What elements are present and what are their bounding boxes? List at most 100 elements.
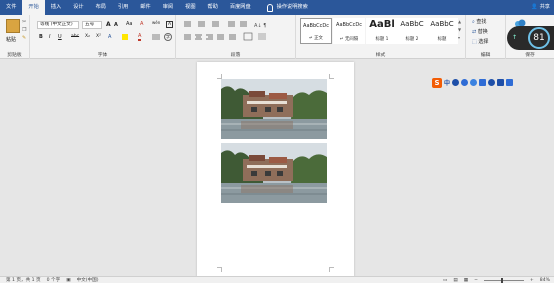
tab-6[interactable]: 邮件 xyxy=(134,0,156,15)
styles-scroll-up[interactable]: ▲ xyxy=(458,19,461,24)
style-no-spacing[interactable]: AaBbCcDc ↵ 无间隔 xyxy=(333,18,365,44)
change-case-button[interactable]: Aa xyxy=(126,21,132,27)
ime-skin-icon[interactable] xyxy=(497,79,505,86)
rocket-icon: ↑ xyxy=(512,34,518,41)
style-normal-preview: AaBbCcDc xyxy=(303,23,329,29)
tab-0[interactable]: 文件 xyxy=(0,0,22,15)
find-label: 查找 xyxy=(476,19,487,25)
char-shading-icon[interactable] xyxy=(152,34,160,40)
select-button[interactable]: ⬚ 选择 xyxy=(472,38,488,45)
zoom-slider-thumb[interactable] xyxy=(500,277,503,283)
bold-button[interactable]: B xyxy=(39,34,43,40)
tab-1[interactable]: 开始 xyxy=(22,0,45,15)
print-layout-icon[interactable]: ▤ xyxy=(453,278,457,283)
text-effects-icon[interactable]: A xyxy=(108,34,111,40)
margin-mark-tr xyxy=(329,74,334,79)
format-painter-icon[interactable]: ✎ xyxy=(22,35,26,41)
language-indicator[interactable]: 中文(中国) xyxy=(77,277,99,283)
style-title[interactable]: AaBbC 标题 xyxy=(426,18,458,44)
ime-emoji-icon[interactable] xyxy=(461,79,469,86)
share-label: 共享 xyxy=(539,4,550,10)
style-heading-1-name: 标题 1 xyxy=(375,37,389,42)
proofing-icon[interactable]: ▣ xyxy=(66,278,70,283)
font-name-select[interactable]: 等线 (中文正文) xyxy=(37,21,79,29)
ribbon: 粘贴 ✂ ❐ ✎ 剪贴板 等线 (中文正文) 五号 A A Aa A wén A… xyxy=(0,15,554,59)
editing-label: 编辑 xyxy=(480,53,491,58)
cut-icon[interactable]: ✂ xyxy=(22,19,26,25)
margin-mark-br xyxy=(329,267,334,272)
paste-button[interactable]: 粘贴 xyxy=(6,36,16,43)
style-heading-1[interactable]: AaBl 标题 1 xyxy=(366,18,398,44)
ime-mode-toggle[interactable]: 中 xyxy=(444,78,450,87)
superscript-button[interactable]: X² xyxy=(96,34,101,39)
status-bar: 第 1 页，共 1 页 0 个字 ▣ 中文(中国) ▭ ▤ ▦ − + 84% xyxy=(0,276,554,283)
strikethrough-button[interactable]: abc xyxy=(71,34,79,39)
find-button[interactable]: ⌕ 查找 xyxy=(472,18,486,25)
styles-label: 样式 xyxy=(375,53,386,58)
replace-button[interactable]: ⇄ 替换 xyxy=(472,28,488,35)
inserted-photo-2[interactable] xyxy=(221,143,327,203)
ime-toolbar[interactable]: S 中 xyxy=(432,77,514,88)
underline-button[interactable]: U xyxy=(58,34,62,40)
ime-logo-icon[interactable]: S xyxy=(432,77,442,88)
styles-scroll-down[interactable]: ▼ xyxy=(458,27,461,32)
copy-icon[interactable]: ❐ xyxy=(22,27,26,33)
ime-punct-icon[interactable] xyxy=(452,79,460,86)
style-heading-2[interactable]: AaBbC 标题 2 xyxy=(396,18,428,44)
paragraph-label: 段落 xyxy=(230,53,241,58)
tell-me-search[interactable]: 操作说明搜索 xyxy=(261,0,314,15)
performance-widget[interactable]: ↑ 81 xyxy=(507,26,554,50)
zoom-level[interactable]: 84% xyxy=(540,278,550,283)
tab-2[interactable]: 插入 xyxy=(45,0,67,15)
tab-5[interactable]: 引用 xyxy=(112,0,134,15)
font-color-button[interactable]: A xyxy=(138,34,142,41)
styles-more[interactable]: ▾ xyxy=(458,35,460,40)
paragraph-group: A↓ ¶ 段落 xyxy=(176,15,296,59)
word-count[interactable]: 0 个字 xyxy=(47,277,61,283)
highlight-icon[interactable] xyxy=(122,34,128,40)
subscript-button[interactable]: X₂ xyxy=(85,34,90,39)
grow-font-button[interactable]: A xyxy=(106,21,111,28)
italic-button[interactable]: I xyxy=(49,34,50,40)
web-layout-icon[interactable]: ▦ xyxy=(464,278,468,283)
editing-group: ⌕ 查找 ⇄ 替换 ⬚ 选择 编辑 xyxy=(466,15,506,59)
menu-bar: 文件 开始 插入 设计 布局 引用 邮件 审阅 视图 帮助 百度网盘 操作说明搜索 xyxy=(0,0,554,15)
select-label: 选择 xyxy=(478,39,489,45)
style-heading-2-preview: AaBbC xyxy=(400,20,424,28)
zoom-in-button[interactable]: + xyxy=(530,278,534,283)
clear-format-button[interactable]: A xyxy=(140,21,143,27)
tab-9[interactable]: 帮助 xyxy=(202,0,224,15)
paragraph-icons[interactable]: A↓ ¶ xyxy=(182,20,292,44)
paste-icon[interactable] xyxy=(6,19,20,33)
font-size-select[interactable]: 五号 xyxy=(82,21,102,29)
score-value: 81 xyxy=(528,27,550,49)
page-count[interactable]: 第 1 页，共 1 页 xyxy=(6,277,41,283)
style-normal[interactable]: AaBbCcDc ↵ 正文 xyxy=(300,18,332,44)
inserted-photo-1[interactable] xyxy=(221,79,327,139)
char-border-button[interactable]: A xyxy=(166,21,173,28)
font-label: 字体 xyxy=(97,53,108,58)
ime-keyboard-icon[interactable] xyxy=(479,79,487,86)
clipboard-label: 剪贴板 xyxy=(7,53,22,58)
save-label: 保存 xyxy=(525,53,535,58)
tab-3[interactable]: 设计 xyxy=(67,0,89,15)
document-page[interactable] xyxy=(197,62,354,277)
tab-8[interactable]: 视图 xyxy=(179,0,201,15)
share-button[interactable]: 👤 共享 xyxy=(531,0,550,15)
read-mode-icon[interactable]: ▭ xyxy=(443,278,447,283)
style-title-name: 标题 xyxy=(437,37,447,42)
tab-4[interactable]: 布局 xyxy=(90,0,112,15)
style-normal-name: ↵ 正文 xyxy=(309,36,323,41)
shrink-font-button[interactable]: A xyxy=(114,22,118,28)
enclose-char-icon[interactable]: 字 xyxy=(164,33,172,41)
style-no-spacing-name: ↵ 无间隔 xyxy=(339,37,359,42)
phonetic-guide-button[interactable]: wén xyxy=(152,20,160,25)
ime-user-icon[interactable] xyxy=(488,79,496,86)
tab-10[interactable]: 百度网盘 xyxy=(224,0,257,15)
clipboard-group: 粘贴 ✂ ❐ ✎ 剪贴板 xyxy=(0,15,30,59)
zoom-slider[interactable] xyxy=(483,277,524,283)
ime-menu-icon[interactable] xyxy=(506,79,514,86)
ime-voice-icon[interactable] xyxy=(470,79,478,86)
tab-7[interactable]: 审阅 xyxy=(157,0,179,15)
zoom-out-button[interactable]: − xyxy=(474,278,478,283)
